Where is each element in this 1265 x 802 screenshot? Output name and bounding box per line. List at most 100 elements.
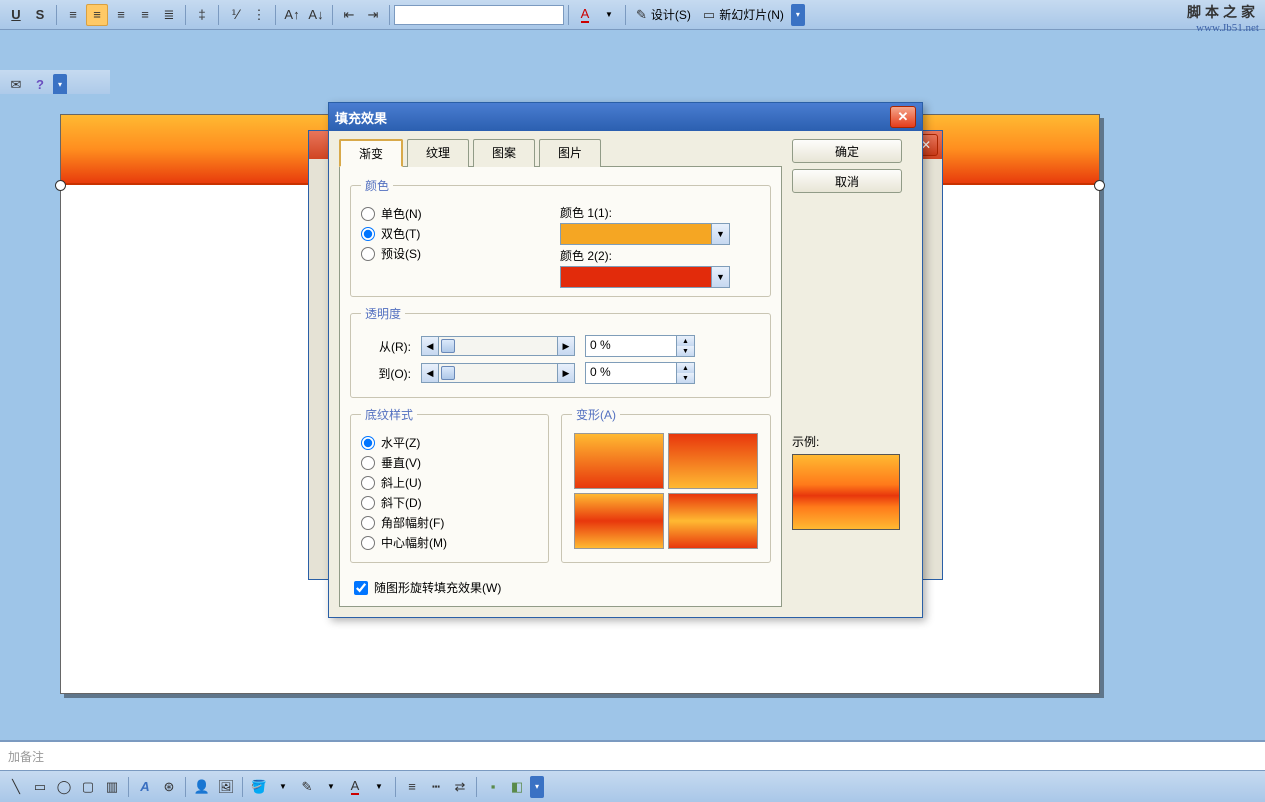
distributed-button[interactable]: ≣ [158,4,180,26]
slider-right-button[interactable]: ▶ [557,336,575,356]
drawing-toolbar: ╲ ▭ ◯ ▢ ▥ A ⊛ 👤 🖼 🪣 ▼ ✎ ▼ A ▼ ≡ ┅ ⇄ ▪ ◧ … [0,770,1265,802]
help-button[interactable]: ? [29,74,51,96]
sample-preview [792,454,900,530]
tab-pattern[interactable]: 图案 [473,139,535,167]
design-button[interactable]: ✎ 设计(S) [630,4,697,26]
radio-center[interactable]: 中心幅射(M) [361,534,538,551]
to-slider[interactable]: ◀ ▶ [421,363,575,383]
decrease-indent-button[interactable]: ⇤ [338,4,360,26]
toolbar-options[interactable]: ▾ [791,4,805,26]
new-slide-button[interactable]: ▭ 新幻灯片(N) [697,4,790,26]
align-right-button[interactable]: ≡ [110,4,132,26]
slider-thumb[interactable] [441,366,455,380]
variant-group: 变形(A) [561,406,771,563]
rotate-checkbox-row[interactable]: 随图形旋转填充效果(W) [350,579,771,596]
tab-picture[interactable]: 图片 [539,139,601,167]
shadow-button[interactable]: ▪ [482,776,504,798]
drawing-toolbar-options[interactable]: ▾ [530,776,544,798]
color1-dropdown[interactable]: ▼ [560,223,730,245]
rotate-checkbox[interactable] [354,581,368,595]
rect-tool[interactable]: ▭ [29,776,51,798]
radio-corner[interactable]: 角部幅射(F) [361,514,538,531]
dialog-titlebar[interactable]: 填充效果 ✕ [329,103,922,131]
selection-handle[interactable] [1094,180,1105,191]
numbering-button[interactable]: ⅟ [224,4,246,26]
close-button[interactable]: ✕ [890,106,916,128]
radio-horizontal[interactable]: 水平(Z) [361,434,538,451]
line-style-button[interactable]: ≡ [401,776,423,798]
variant-4[interactable] [668,493,758,549]
slider-left-button[interactable]: ◀ [421,363,439,383]
diagram-tool[interactable]: ⊛ [158,776,180,798]
dash-style-button[interactable]: ┅ [425,776,447,798]
increase-font-button[interactable]: A↑ [281,4,303,26]
line-dropdown[interactable]: ▼ [320,776,342,798]
line-tool[interactable]: ╲ [5,776,27,798]
arrow-style-button[interactable]: ⇄ [449,776,471,798]
chevron-down-icon[interactable]: ▼ [711,267,729,287]
slider-track[interactable] [439,363,557,383]
radio-double[interactable] [361,227,375,241]
fill-dropdown[interactable]: ▼ [272,776,294,798]
fill-color-button[interactable]: 🪣 [248,776,270,798]
increase-indent-button[interactable]: ⇥ [362,4,384,26]
selection-handle[interactable] [55,180,66,191]
decrease-font-button[interactable]: A↓ [305,4,327,26]
radio-diagup[interactable]: 斜上(U) [361,474,538,491]
tab-gradient[interactable]: 渐变 [339,139,403,167]
radio-vertical[interactable]: 垂直(V) [361,454,538,471]
variant-3[interactable] [574,493,664,549]
from-value[interactable]: 0 % [586,336,676,356]
slider-thumb[interactable] [441,339,455,353]
tabs: 渐变 纹理 图案 图片 [339,139,782,167]
align-center-button[interactable]: ≡ [86,4,108,26]
cancel-button[interactable]: 取消 [792,169,902,193]
to-value[interactable]: 0 % [586,363,676,383]
bullets-button[interactable]: ⋮ [248,4,270,26]
spinner-up[interactable]: ▲ [676,336,694,346]
oval-tool[interactable]: ◯ [53,776,75,798]
notes-area[interactable]: 加备注 [0,740,1265,770]
watermark-url: www.Jb51.net [1187,22,1259,34]
line-spacing-button[interactable]: ‡ [191,4,213,26]
wordart-tool[interactable]: A [134,776,156,798]
slider-right-button[interactable]: ▶ [557,363,575,383]
font-color-button-2[interactable]: A [344,776,366,798]
spinner-down[interactable]: ▼ [676,373,694,383]
spinner-down[interactable]: ▼ [676,346,694,356]
tab-texture[interactable]: 纹理 [407,139,469,167]
chart-tool[interactable]: ▥ [101,776,123,798]
font-color-dropdown-2[interactable]: ▼ [368,776,390,798]
strikethrough-button[interactable]: S [29,4,51,26]
font-combo[interactable] [394,5,564,25]
radio-diagdown[interactable]: 斜下(D) [361,494,538,511]
toolbar-help-options[interactable]: ▾ [53,74,67,96]
align-left-button[interactable]: ≡ [62,4,84,26]
variant-2[interactable] [668,433,758,489]
slider-track[interactable] [439,336,557,356]
to-spinner[interactable]: 0 % ▲▼ [585,362,695,384]
slider-left-button[interactable]: ◀ [421,336,439,356]
spinner-up[interactable]: ▲ [676,363,694,373]
ok-button[interactable]: 确定 [792,139,902,163]
clipart-tool[interactable]: 👤 [191,776,213,798]
line-color-button[interactable]: ✎ [296,776,318,798]
font-color-button[interactable]: A [574,4,596,26]
mail-button[interactable]: ✉ [5,74,27,96]
radio-double-color[interactable]: 双色(T) [361,225,540,242]
radio-single-color[interactable]: 单色(N) [361,205,540,222]
from-slider[interactable]: ◀ ▶ [421,336,575,356]
font-color-dropdown[interactable]: ▼ [598,4,620,26]
picture-tool[interactable]: 🖼 [215,776,237,798]
align-justify-button[interactable]: ≡ [134,4,156,26]
textbox-tool[interactable]: ▢ [77,776,99,798]
3d-button[interactable]: ◧ [506,776,528,798]
underline-button[interactable]: U [5,4,27,26]
radio-preset[interactable]: 预设(S) [361,245,540,262]
chevron-down-icon[interactable]: ▼ [711,224,729,244]
radio-single[interactable] [361,207,375,221]
radio-preset-input[interactable] [361,247,375,261]
color2-dropdown[interactable]: ▼ [560,266,730,288]
from-spinner[interactable]: 0 % ▲▼ [585,335,695,357]
variant-1[interactable] [574,433,664,489]
